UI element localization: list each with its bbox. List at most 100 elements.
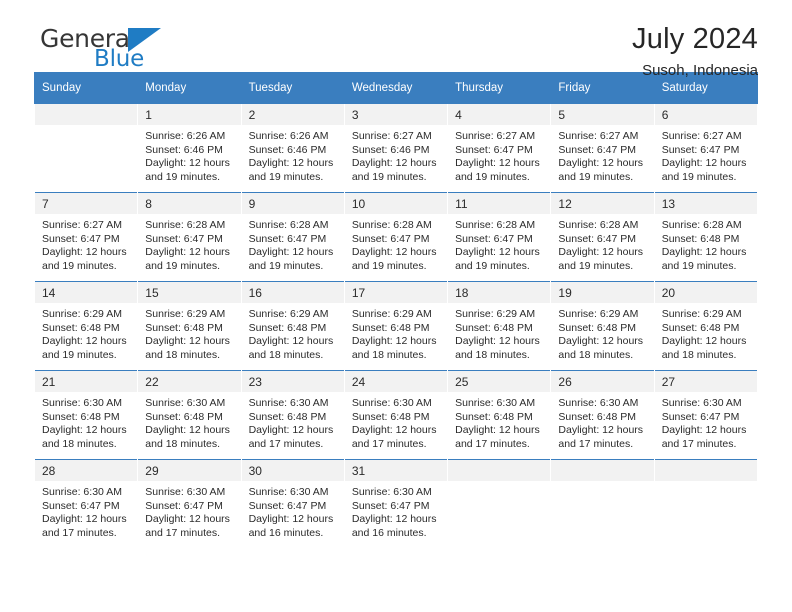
daylight-text-line2: and 19 minutes.	[455, 259, 530, 272]
day-details: Sunrise: 6:28 AM Sunset: 6:47 PM Daylight:…	[345, 214, 447, 273]
brand-logo[interactable]: General Blue	[34, 22, 254, 74]
day-cell-inner: 19 Sunrise: 6:29 AM Sunset: 6:48 PM Dayligh…	[551, 282, 654, 370]
day-number: 25	[448, 371, 551, 392]
calendar-day-cell[interactable]: 13 Sunrise: 6:28 AM Sunset: 6:48 PM Dayligh…	[653, 192, 759, 282]
calendar-day-cell[interactable]: 26 Sunrise: 6:30 AM Sunset: 6:48 PM Dayligh…	[550, 370, 655, 460]
sunset-text: Sunset: 6:47 PM	[42, 499, 120, 512]
day-details: Sunrise: 6:27 AM Sunset: 6:47 PM Daylight:…	[655, 125, 757, 184]
day-number: 4	[448, 104, 551, 125]
sunrise-text: Sunrise: 6:30 AM	[145, 486, 226, 498]
calendar-day-cell[interactable]: 3 Sunrise: 6:27 AM Sunset: 6:46 PM Daylight…	[343, 103, 449, 193]
day-cell-inner	[35, 104, 138, 192]
day-details: Sunrise: 6:30 AM Sunset: 6:47 PM Daylight:…	[242, 481, 344, 540]
calendar-day-cell[interactable]: 10 Sunrise: 6:28 AM Sunset: 6:47 PM Dayligh…	[343, 192, 449, 282]
calendar-body: 1 Sunrise: 6:26 AM Sunset: 6:46 PM Daylight…	[33, 103, 759, 548]
daylight-text-line2: and 17 minutes.	[42, 526, 117, 539]
sunrise-text: Sunrise: 6:30 AM	[248, 486, 329, 498]
calendar-day-cell[interactable]: 17 Sunrise: 6:29 AM Sunset: 6:48 PM Dayligh…	[343, 281, 449, 371]
calendar-day-cell[interactable]: 24 Sunrise: 6:30 AM Sunset: 6:48 PM Dayligh…	[343, 370, 449, 460]
sunrise-text: Sunrise: 6:28 AM	[455, 219, 536, 231]
sunrise-text: Sunrise: 6:27 AM	[558, 130, 639, 142]
calendar-day-cell[interactable]: 25 Sunrise: 6:30 AM Sunset: 6:48 PM Dayligh…	[447, 370, 552, 460]
daylight-text-line1: Daylight: 12 hours	[248, 246, 334, 259]
calendar-day-cell[interactable]: 16 Sunrise: 6:29 AM Sunset: 6:48 PM Dayligh…	[240, 281, 345, 371]
calendar-day-cell[interactable]: 29 Sunrise: 6:30 AM Sunset: 6:47 PM Dayligh…	[137, 459, 242, 548]
sunset-text: Sunset: 6:47 PM	[558, 232, 637, 245]
day-number: 7	[35, 193, 138, 214]
day-number: 8	[138, 193, 241, 214]
sunset-text: Sunset: 6:48 PM	[145, 410, 223, 423]
day-cell-inner: 20 Sunrise: 6:29 AM Sunset: 6:48 PM Dayligh…	[654, 282, 757, 370]
daylight-text-line1: Daylight: 12 hours	[351, 246, 437, 259]
calendar-day-cell[interactable]: 28 Sunrise: 6:30 AM Sunset: 6:47 PM Dayligh…	[33, 459, 139, 548]
daylight-text-line2: and 19 minutes.	[42, 348, 117, 361]
calendar-day-cell[interactable]: 23 Sunrise: 6:30 AM Sunset: 6:48 PM Dayligh…	[240, 370, 345, 460]
sunrise-text: Sunrise: 6:30 AM	[351, 486, 432, 498]
day-cell-inner: 12 Sunrise: 6:28 AM Sunset: 6:47 PM Dayligh…	[551, 193, 654, 281]
day-cell-inner: 18 Sunrise: 6:29 AM Sunset: 6:48 PM Dayligh…	[448, 282, 551, 370]
calendar-day-cell[interactable]: 9 Sunrise: 6:28 AM Sunset: 6:47 PM Daylight…	[240, 192, 345, 282]
day-cell-inner: 2 Sunrise: 6:26 AM Sunset: 6:46 PM Daylight…	[241, 104, 344, 192]
calendar-day-cell[interactable]: 15 Sunrise: 6:29 AM Sunset: 6:48 PM Dayligh…	[137, 281, 242, 371]
day-details: Sunrise: 6:26 AM Sunset: 6:46 PM Daylight:…	[138, 125, 240, 184]
calendar-day-cell[interactable]: 27 Sunrise: 6:30 AM Sunset: 6:47 PM Dayligh…	[653, 370, 759, 460]
day-cell-inner	[551, 460, 654, 548]
calendar-day-cell[interactable]: 30 Sunrise: 6:30 AM Sunset: 6:47 PM Dayligh…	[240, 459, 345, 548]
daylight-text-line2: and 19 minutes.	[661, 170, 737, 183]
day-cell-inner: 30 Sunrise: 6:30 AM Sunset: 6:47 PM Dayligh…	[241, 460, 344, 548]
sunrise-text: Sunrise: 6:27 AM	[661, 130, 742, 142]
day-number	[654, 460, 757, 481]
calendar-day-cell[interactable]: 19 Sunrise: 6:29 AM Sunset: 6:48 PM Dayligh…	[550, 281, 655, 371]
calendar-week-row: 1 Sunrise: 6:26 AM Sunset: 6:46 PM Daylight…	[33, 103, 759, 193]
day-number: 24	[344, 371, 448, 392]
daylight-text-line1: Daylight: 12 hours	[145, 424, 230, 437]
daylight-text-line1: Daylight: 12 hours	[558, 424, 644, 437]
daylight-text-line2: and 19 minutes.	[248, 259, 324, 272]
day-cell-inner	[448, 460, 551, 548]
calendar-week-row: 14 Sunrise: 6:29 AM Sunset: 6:48 PM Dayligh…	[33, 281, 759, 371]
calendar-day-cell[interactable]: 18 Sunrise: 6:29 AM Sunset: 6:48 PM Dayligh…	[447, 281, 552, 371]
day-cell-inner: 27 Sunrise: 6:30 AM Sunset: 6:47 PM Dayligh…	[654, 371, 757, 459]
daylight-text-line1: Daylight: 12 hours	[455, 246, 540, 259]
day-cell-inner: 17 Sunrise: 6:29 AM Sunset: 6:48 PM Dayligh…	[344, 282, 448, 370]
sunrise-text: Sunrise: 6:28 AM	[248, 219, 329, 231]
calendar-day-cell[interactable]: 22 Sunrise: 6:30 AM Sunset: 6:48 PM Dayligh…	[137, 370, 242, 460]
day-cell-inner: 31 Sunrise: 6:30 AM Sunset: 6:47 PM Dayligh…	[344, 460, 448, 548]
daylight-text-line2: and 19 minutes.	[351, 259, 427, 272]
day-details: Sunrise: 6:29 AM Sunset: 6:48 PM Daylight:…	[138, 303, 240, 362]
day-cell-inner	[654, 460, 757, 548]
calendar-day-cell[interactable]: 5 Sunrise: 6:27 AM Sunset: 6:47 PM Daylight…	[550, 103, 655, 193]
day-details: Sunrise: 6:27 AM Sunset: 6:47 PM Daylight:…	[35, 214, 137, 273]
sunset-text: Sunset: 6:46 PM	[351, 143, 430, 156]
calendar-day-cell[interactable]: 31 Sunrise: 6:30 AM Sunset: 6:47 PM Dayligh…	[343, 459, 449, 548]
sunrise-text: Sunrise: 6:30 AM	[558, 397, 639, 409]
calendar-day-cell[interactable]: 20 Sunrise: 6:29 AM Sunset: 6:48 PM Dayligh…	[653, 281, 759, 371]
calendar-cell-empty	[33, 103, 139, 193]
day-number: 23	[241, 371, 344, 392]
calendar-day-cell[interactable]: 21 Sunrise: 6:30 AM Sunset: 6:48 PM Dayligh…	[33, 370, 139, 460]
day-number: 1	[138, 104, 241, 125]
calendar-week-row: 7 Sunrise: 6:27 AM Sunset: 6:47 PM Daylight…	[33, 192, 759, 282]
calendar-day-cell[interactable]: 2 Sunrise: 6:26 AM Sunset: 6:46 PM Daylight…	[240, 103, 345, 193]
daylight-text-line1: Daylight: 12 hours	[558, 157, 644, 170]
calendar-cell-empty	[550, 459, 655, 548]
daylight-text-line2: and 18 minutes.	[558, 348, 634, 361]
calendar-day-cell[interactable]: 4 Sunrise: 6:27 AM Sunset: 6:47 PM Daylight…	[447, 103, 552, 193]
day-details: Sunrise: 6:27 AM Sunset: 6:47 PM Daylight:…	[448, 125, 550, 184]
daylight-text-line1: Daylight: 12 hours	[661, 335, 747, 348]
sunrise-text: Sunrise: 6:30 AM	[351, 397, 432, 409]
day-details: Sunrise: 6:30 AM Sunset: 6:48 PM Daylight:…	[242, 392, 344, 451]
calendar-day-cell[interactable]: 6 Sunrise: 6:27 AM Sunset: 6:47 PM Daylight…	[653, 103, 759, 193]
day-number: 12	[551, 193, 654, 214]
sunset-text: Sunset: 6:47 PM	[248, 499, 327, 512]
sunrise-text: Sunrise: 6:29 AM	[558, 308, 639, 320]
calendar-day-cell[interactable]: 1 Sunrise: 6:26 AM Sunset: 6:46 PM Daylight…	[137, 103, 242, 193]
day-details: Sunrise: 6:28 AM Sunset: 6:47 PM Daylight:…	[138, 214, 240, 273]
calendar-day-cell[interactable]: 12 Sunrise: 6:28 AM Sunset: 6:47 PM Dayligh…	[550, 192, 655, 282]
day-details: Sunrise: 6:28 AM Sunset: 6:47 PM Daylight:…	[551, 214, 653, 273]
daylight-text-line1: Daylight: 12 hours	[248, 335, 334, 348]
calendar-day-cell[interactable]: 7 Sunrise: 6:27 AM Sunset: 6:47 PM Daylight…	[33, 192, 139, 282]
calendar-day-cell[interactable]: 11 Sunrise: 6:28 AM Sunset: 6:47 PM Dayligh…	[447, 192, 552, 282]
calendar-day-cell[interactable]: 14 Sunrise: 6:29 AM Sunset: 6:48 PM Dayligh…	[33, 281, 139, 371]
calendar-day-cell[interactable]: 8 Sunrise: 6:28 AM Sunset: 6:47 PM Daylight…	[137, 192, 242, 282]
